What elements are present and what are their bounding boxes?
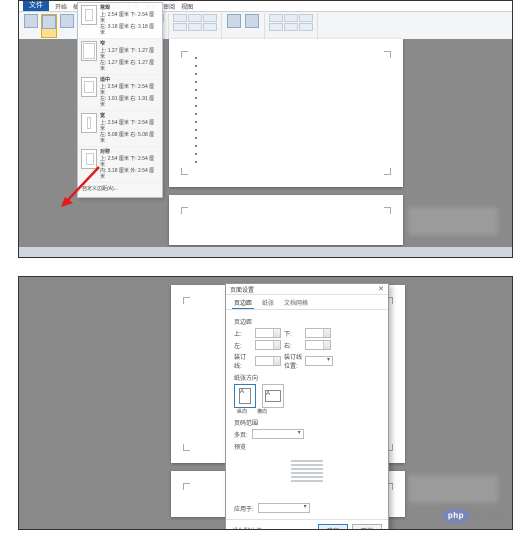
watermark-blur [408, 475, 498, 503]
document-page-2 [169, 195, 403, 245]
input-left[interactable] [255, 340, 281, 350]
paragraph-group [173, 14, 217, 31]
section-orientation-label: 纸张方向 [234, 373, 380, 382]
tab-margins[interactable]: 页边距 [232, 297, 254, 309]
margin-option-normal[interactable]: 常规 上: 2.54 厘米 下: 2.54 厘米 左: 3.18 厘米 右: 3… [78, 3, 162, 39]
orientation-portrait[interactable]: A [234, 384, 256, 408]
margin-option-narrow[interactable]: 窄 上: 1.27 厘米 下: 1.27 厘米 左: 1.27 厘米 右: 1.… [78, 39, 162, 75]
text-direction-button[interactable] [23, 14, 39, 38]
margin-thumb-icon [81, 5, 97, 25]
annotation-arrow-icon [59, 163, 103, 207]
label-top: 上: [234, 329, 252, 338]
tab-view[interactable]: 视图 [181, 2, 193, 11]
watermark-blur [408, 207, 498, 235]
close-icon[interactable]: ✕ [378, 285, 384, 293]
file-tab[interactable]: 文件 [23, 0, 49, 11]
label-apply-to: 应用于: [234, 504, 254, 513]
label-gutter: 装订线: [234, 352, 252, 370]
section-pages-label: 页码范围 [234, 418, 380, 427]
input-top[interactable] [255, 328, 281, 338]
label-bottom: 下: [284, 329, 302, 338]
margin-thumb-icon [81, 113, 97, 133]
tab-home[interactable]: 开始 [55, 2, 67, 11]
input-bottom[interactable] [305, 328, 331, 338]
tab-layout[interactable]: 文档网格 [282, 297, 310, 309]
tab-paper[interactable]: 纸张 [260, 297, 276, 309]
label-right: 右: [284, 341, 302, 350]
orientation-button[interactable] [59, 14, 75, 38]
page-setup-dialog: 页面设置 ✕ 页边距 纸张 文档网格 页边距 上: 下: 左: 右: 装订线: … [225, 283, 389, 530]
document-page-1 [169, 39, 403, 187]
select-apply-to[interactable] [258, 503, 310, 513]
preview-thumbnail [286, 455, 328, 499]
status-bar [19, 247, 512, 257]
list-bullets [195, 57, 197, 163]
php-logo-icon: php [443, 509, 469, 523]
margin-option-wide[interactable]: 宽 上: 2.54 厘米 下: 2.54 厘米 左: 5.08 厘米 右: 5.… [78, 111, 162, 147]
margin-thumb-icon [81, 41, 97, 61]
wrap-text-button[interactable] [244, 14, 260, 38]
label-multi: 多页: [234, 430, 248, 439]
screenshot-editor-margins-dropdown: 文件 开始 插入 设计 布局 引用 邮件 审阅 视图 [18, 0, 513, 258]
position-button[interactable] [226, 14, 242, 38]
orientation-landscape[interactable]: A [262, 384, 284, 408]
section-margins-label: 页边距 [234, 317, 380, 326]
margins-button[interactable] [41, 14, 57, 38]
set-default-button[interactable]: 设为默认值 [232, 526, 262, 530]
php-watermark: php 中文网 [443, 508, 502, 523]
select-gutter-pos[interactable] [305, 356, 333, 366]
dialog-title: 页面设置 [230, 285, 254, 294]
section-preview-label: 预览 [234, 442, 380, 451]
input-gutter[interactable] [255, 356, 281, 366]
margin-option-moderate[interactable]: 适中 上: 2.54 厘米 下: 2.54 厘米 左: 1.91 厘米 右: 1… [78, 75, 162, 111]
margin-thumb-icon [81, 77, 97, 97]
select-multi-pages[interactable] [252, 429, 304, 439]
dialog-tabs: 页边距 纸张 文档网格 [226, 295, 388, 310]
cancel-button[interactable]: 取消 [352, 524, 382, 530]
arrange-group [269, 14, 313, 31]
screenshot-page-setup-dialog: 页面设置 ✕ 页边距 纸张 文档网格 页边距 上: 下: 左: 右: 装订线: … [18, 276, 513, 530]
landscape-icon: A [265, 390, 281, 402]
tab-review[interactable]: 审阅 [163, 2, 175, 11]
label-left: 左: [234, 341, 252, 350]
portrait-icon: A [239, 388, 251, 404]
ok-button[interactable]: 确定 [318, 524, 348, 530]
label-gutter-pos: 装订线位置: [284, 352, 302, 370]
input-right[interactable] [305, 340, 331, 350]
